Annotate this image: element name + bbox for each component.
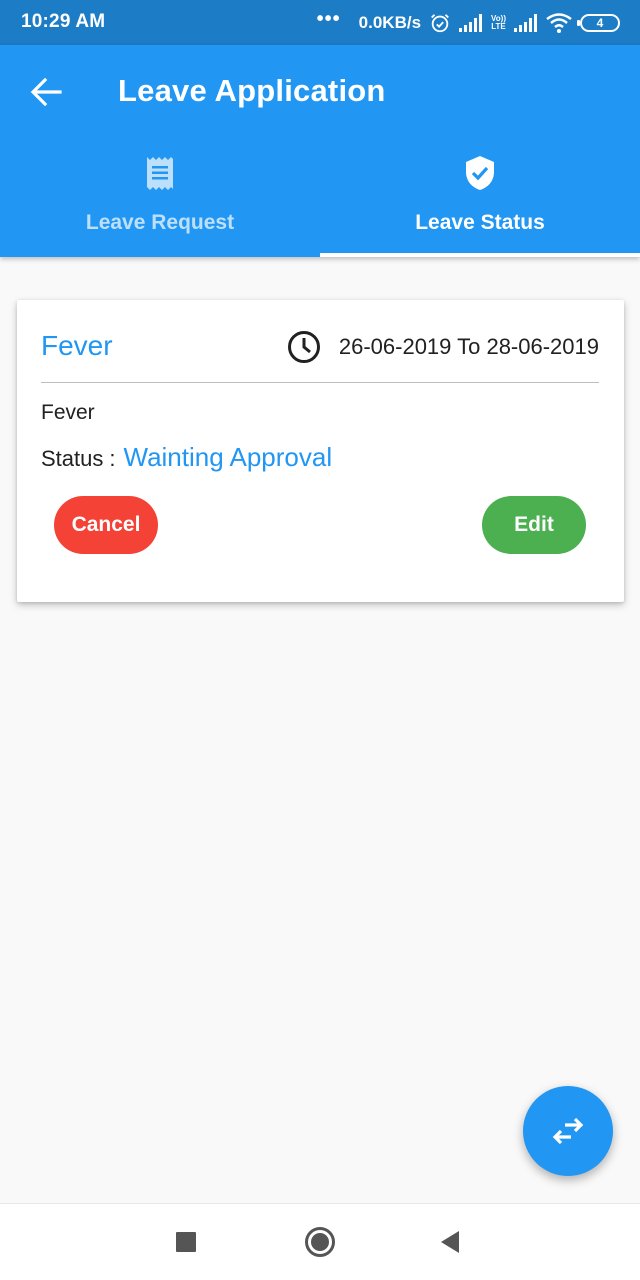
network-speed: 0.0KB/s bbox=[358, 13, 422, 32]
arrow-left-icon bbox=[30, 78, 62, 106]
tab-bar: Leave Request Leave Status bbox=[0, 145, 640, 257]
status-bar: 10:29 AM ••• 0.0KB/s Vo)) LTE 4 bbox=[0, 0, 640, 45]
back-button[interactable] bbox=[26, 74, 66, 110]
volte-icon: Vo)) LTE bbox=[491, 15, 506, 31]
status-value: Wainting Approval bbox=[123, 442, 333, 472]
date-range: 26-06-2019 To 28-06-2019 bbox=[338, 334, 599, 359]
tab-leave-request[interactable]: Leave Request bbox=[0, 145, 320, 257]
divider bbox=[41, 382, 599, 383]
tab-indicator bbox=[320, 253, 640, 257]
square-recents-icon bbox=[176, 1232, 196, 1252]
more-notifications-icon: ••• bbox=[316, 8, 341, 30]
app-bar: Leave Application Leave Request Leave St… bbox=[0, 45, 640, 257]
tab-label: Leave Status bbox=[415, 211, 545, 234]
circle-home-icon bbox=[305, 1227, 335, 1257]
cancel-button[interactable]: Cancel bbox=[54, 496, 158, 554]
leave-card: Fever 26-06-2019 To 28-06-2019 Fever Sta… bbox=[17, 300, 624, 602]
triangle-back-icon bbox=[441, 1231, 459, 1253]
verified-shield-icon bbox=[466, 156, 494, 190]
tab-label: Leave Request bbox=[85, 211, 235, 234]
signal-icon bbox=[514, 14, 537, 32]
swap-horiz-icon bbox=[552, 1117, 584, 1145]
tab-leave-status[interactable]: Leave Status bbox=[320, 145, 640, 257]
status-separator: : bbox=[109, 446, 116, 471]
volte-label-bottom: LTE bbox=[491, 22, 506, 31]
back-nav-button[interactable] bbox=[432, 1224, 468, 1260]
leave-title: Fever bbox=[41, 330, 113, 361]
swap-fab-button[interactable] bbox=[523, 1086, 613, 1176]
recents-button[interactable] bbox=[168, 1224, 204, 1260]
status-time: 10:29 AM bbox=[21, 11, 106, 32]
alarm-icon bbox=[431, 14, 449, 33]
status-row: Status : Wainting Approval bbox=[41, 442, 332, 473]
signal-icon bbox=[459, 14, 483, 32]
wifi-icon bbox=[546, 13, 572, 33]
battery-level: 4 bbox=[596, 16, 604, 30]
page-title: Leave Application bbox=[118, 73, 386, 108]
system-nav-bar bbox=[0, 1203, 640, 1280]
home-button[interactable] bbox=[302, 1224, 338, 1260]
clock-icon bbox=[287, 331, 320, 363]
edit-button[interactable]: Edit bbox=[482, 496, 586, 554]
leave-reason: Fever bbox=[41, 401, 95, 424]
status-label: Status bbox=[41, 446, 104, 471]
status-icons: ••• 0.0KB/s Vo)) LTE 4 bbox=[317, 9, 620, 37]
receipt-icon bbox=[147, 157, 173, 190]
battery-icon: 4 bbox=[577, 14, 620, 32]
date-range-row: 26-06-2019 To 28-06-2019 bbox=[287, 330, 599, 364]
